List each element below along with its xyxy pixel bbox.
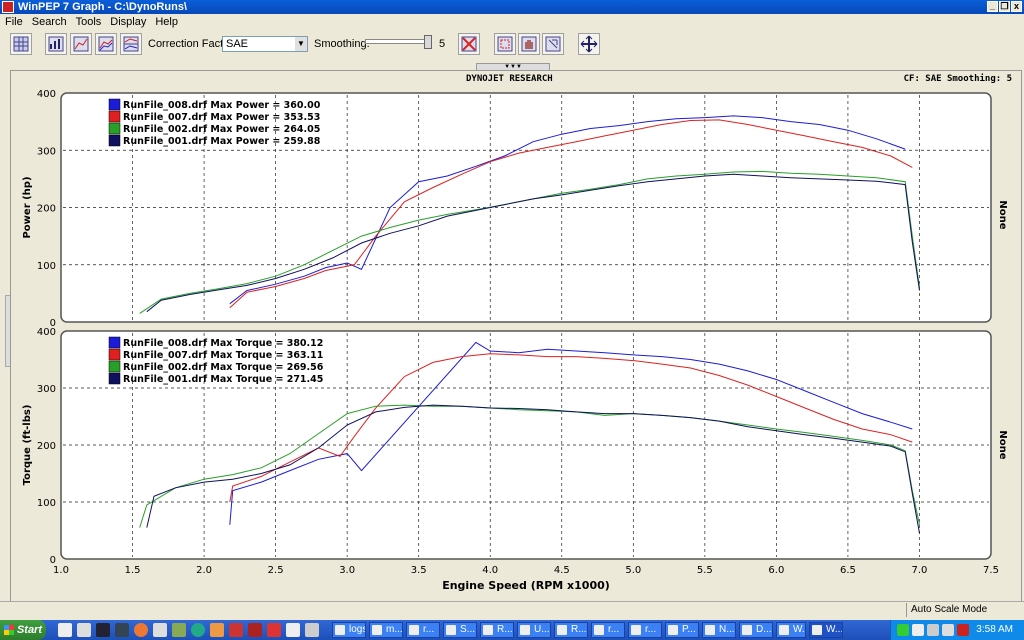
system-tray: 3:58 AM bbox=[890, 620, 1024, 640]
start-button[interactable]: Start bbox=[0, 620, 46, 640]
task-button[interactable]: r... bbox=[628, 622, 662, 638]
clear-icon[interactable] bbox=[458, 33, 480, 55]
menu-file[interactable]: File bbox=[0, 14, 27, 30]
quicklaunch-icon-11[interactable] bbox=[267, 623, 281, 637]
app-icon[interactable] bbox=[2, 1, 14, 13]
task-button[interactable]: U... bbox=[517, 622, 551, 638]
task-button[interactable]: r... bbox=[591, 622, 625, 638]
quicklaunch-icon-12[interactable] bbox=[286, 623, 300, 637]
title-bar: WinPEP 7 Graph - C:\DynoRuns\ _ ❐ x bbox=[0, 0, 1024, 14]
quicklaunch-icon-9[interactable] bbox=[229, 623, 243, 637]
menu-help[interactable]: Help bbox=[150, 14, 182, 30]
grid-icon[interactable] bbox=[10, 33, 32, 55]
quicklaunch-icon-5[interactable] bbox=[153, 623, 167, 637]
window-title: WinPEP 7 Graph - C:\DynoRuns\ bbox=[18, 1, 187, 13]
smoothing-value: 5 bbox=[439, 38, 446, 50]
chevron-down-icon[interactable]: ▼ bbox=[295, 37, 307, 51]
zoom-out-icon[interactable] bbox=[542, 33, 564, 55]
show-desktop-icon[interactable] bbox=[58, 623, 72, 637]
smoothing-slider[interactable] bbox=[363, 35, 432, 53]
zoom-select-icon[interactable] bbox=[494, 33, 516, 55]
task-button[interactable]: m... bbox=[369, 622, 403, 638]
task-button[interactable]: R... bbox=[554, 622, 588, 638]
smoothing-label: Smoothing: bbox=[314, 38, 370, 50]
correction-factor-select[interactable]: SAE ▼ bbox=[222, 36, 308, 52]
quicklaunch-icon-7[interactable] bbox=[191, 623, 205, 637]
task-button[interactable]: W... bbox=[776, 622, 806, 638]
task-button-active[interactable]: W... bbox=[809, 622, 843, 638]
menu-bar: File Search Tools Display Help bbox=[0, 14, 1024, 30]
toolbar: Correction Factor: Smoothing: 5 bbox=[0, 30, 1024, 58]
correction-factor-value: SAE bbox=[226, 38, 249, 50]
restore-button[interactable]: ❐ bbox=[999, 1, 1010, 12]
task-button[interactable]: r... bbox=[406, 622, 440, 638]
menu-search[interactable]: Search bbox=[27, 14, 71, 30]
task-button[interactable]: R... bbox=[480, 622, 514, 638]
taskbar: Start logs m... r... S... R... U... R...… bbox=[0, 620, 1024, 640]
multi-graph-icon[interactable] bbox=[95, 33, 117, 55]
line-graph-icon[interactable] bbox=[70, 33, 92, 55]
stacked-graph-icon[interactable] bbox=[120, 33, 142, 55]
quicklaunch-icon-3[interactable] bbox=[115, 623, 129, 637]
hand-pan-icon[interactable] bbox=[518, 33, 540, 55]
quicklaunch-icon-10[interactable] bbox=[248, 623, 262, 637]
task-button[interactable]: logs bbox=[332, 622, 366, 638]
status-bar: Auto Scale Mode bbox=[0, 601, 1024, 619]
windows-logo-icon bbox=[4, 625, 14, 635]
graph-window bbox=[10, 70, 1022, 602]
firefox-icon[interactable] bbox=[134, 623, 148, 637]
tray-icon-4[interactable] bbox=[942, 624, 954, 636]
tray-icon-1[interactable] bbox=[897, 624, 909, 636]
start-label: Start bbox=[16, 624, 42, 636]
quicklaunch-icon-13[interactable] bbox=[305, 623, 319, 637]
menu-tools[interactable]: Tools bbox=[71, 14, 106, 30]
menu-display[interactable]: Display bbox=[105, 14, 150, 30]
tray-icon-2[interactable] bbox=[912, 624, 924, 636]
task-button[interactable]: S... bbox=[443, 622, 477, 638]
quicklaunch-icon-6[interactable] bbox=[172, 623, 186, 637]
task-button[interactable]: N... bbox=[702, 622, 736, 638]
tray-icon-5[interactable] bbox=[957, 624, 969, 636]
quicklaunch-icon-2[interactable] bbox=[96, 623, 110, 637]
task-button[interactable]: D... bbox=[739, 622, 773, 638]
graph-header-info: CF: SAE Smoothing: 5 bbox=[903, 74, 1012, 84]
move-axes-icon[interactable] bbox=[578, 33, 600, 55]
graph-header-title: DYNOJET RESEARCH bbox=[466, 74, 553, 84]
task-button[interactable]: P... bbox=[665, 622, 699, 638]
slider-thumb[interactable] bbox=[424, 35, 432, 49]
minimize-button[interactable]: _ bbox=[987, 1, 998, 12]
clock: 3:58 AM bbox=[976, 624, 1013, 635]
close-button[interactable]: x bbox=[1011, 1, 1022, 12]
quicklaunch-icon-1[interactable] bbox=[77, 623, 91, 637]
quicklaunch-icon-8[interactable] bbox=[210, 623, 224, 637]
status-mode: Auto Scale Mode bbox=[906, 603, 1024, 617]
bar-graph-icon[interactable] bbox=[45, 33, 67, 55]
tray-icon-3[interactable] bbox=[927, 624, 939, 636]
